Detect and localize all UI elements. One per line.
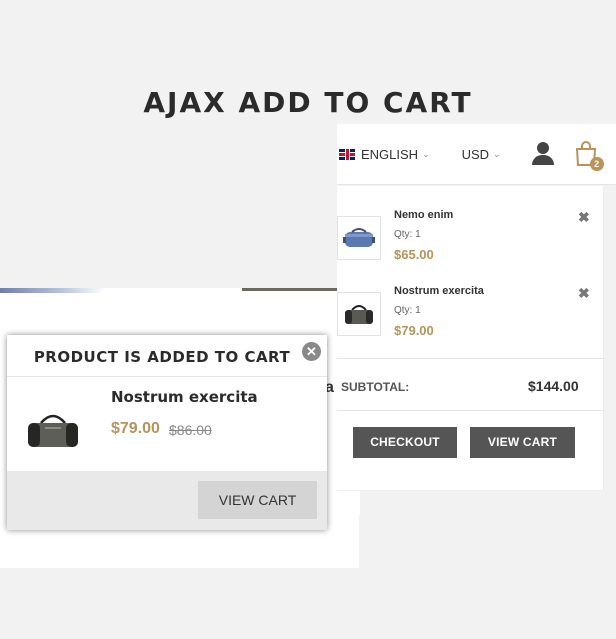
blue-bag-icon[interactable] (337, 216, 381, 260)
popup-product-name[interactable]: Nostrum exercita (111, 388, 258, 406)
added-to-cart-popup: PRODUCT IS ADDED TO CART ✕ Nostrum exerc… (7, 335, 327, 530)
background-gray-block (359, 515, 616, 570)
chevron-down-icon: ⌄ (422, 148, 430, 159)
divider (7, 376, 327, 377)
checkout-button[interactable]: CHECKOUT (353, 427, 457, 458)
user-icon[interactable] (531, 142, 554, 166)
mini-cart-dropdown: Nemo enim Qty: 1 $65.00 ✖ Nostrum exerci… (337, 186, 604, 491)
gray-duffel-bag-icon[interactable] (337, 292, 381, 336)
subtotal-value: $144.00 (528, 378, 579, 394)
mini-cart-item-price: $65.00 (394, 247, 434, 262)
popup-title: PRODUCT IS ADDED TO CART (33, 348, 291, 366)
remove-item-icon[interactable]: ✖ (578, 209, 590, 226)
gray-duffel-bag-icon (23, 405, 83, 455)
close-icon[interactable]: ✕ (302, 342, 321, 361)
mini-cart-item: Nostrum exercita Qty: 1 $79.00 ✖ (337, 262, 604, 338)
popup-product-old-price: $86.00 (169, 422, 212, 438)
page-headline: AJAX ADD TO CART (143, 86, 473, 119)
cart-count-badge: 2 (589, 157, 604, 171)
divider (337, 358, 604, 359)
uk-flag-icon (339, 148, 355, 160)
currency-selector[interactable]: USD ⌄ (462, 147, 501, 162)
mini-cart-item: Nemo enim Qty: 1 $65.00 ✖ (337, 186, 604, 262)
popup-view-cart-button[interactable]: VIEW CART (198, 481, 317, 519)
language-selector[interactable]: ENGLISH ⌄ (339, 147, 430, 162)
remove-item-icon[interactable]: ✖ (578, 285, 590, 302)
store-header: ENGLISH ⌄ USD ⌄ 2 (337, 124, 616, 185)
popup-product-price: $79.00 (111, 420, 160, 437)
mini-cart-item-name[interactable]: Nostrum exercita (394, 285, 484, 297)
language-label: ENGLISH (361, 146, 419, 162)
mini-cart-item-qty: Qty: 1 (394, 229, 421, 240)
currency-label: USD (461, 146, 490, 162)
shopping-bag-icon[interactable]: 2 (574, 141, 604, 171)
background-product-image-edge (0, 288, 105, 293)
chevron-down-icon: ⌄ (493, 148, 501, 159)
view-cart-button[interactable]: VIEW CART (470, 427, 575, 458)
background-product-image-edge-dark (242, 288, 337, 291)
mini-cart-item-qty: Qty: 1 (394, 305, 421, 316)
divider (337, 410, 604, 411)
mini-cart-item-price: $79.00 (394, 323, 434, 338)
popup-footer: VIEW CART (7, 471, 327, 530)
mini-cart-item-name[interactable]: Nemo enim (394, 209, 453, 221)
subtotal-label: SUBTOTAL: (341, 380, 410, 394)
